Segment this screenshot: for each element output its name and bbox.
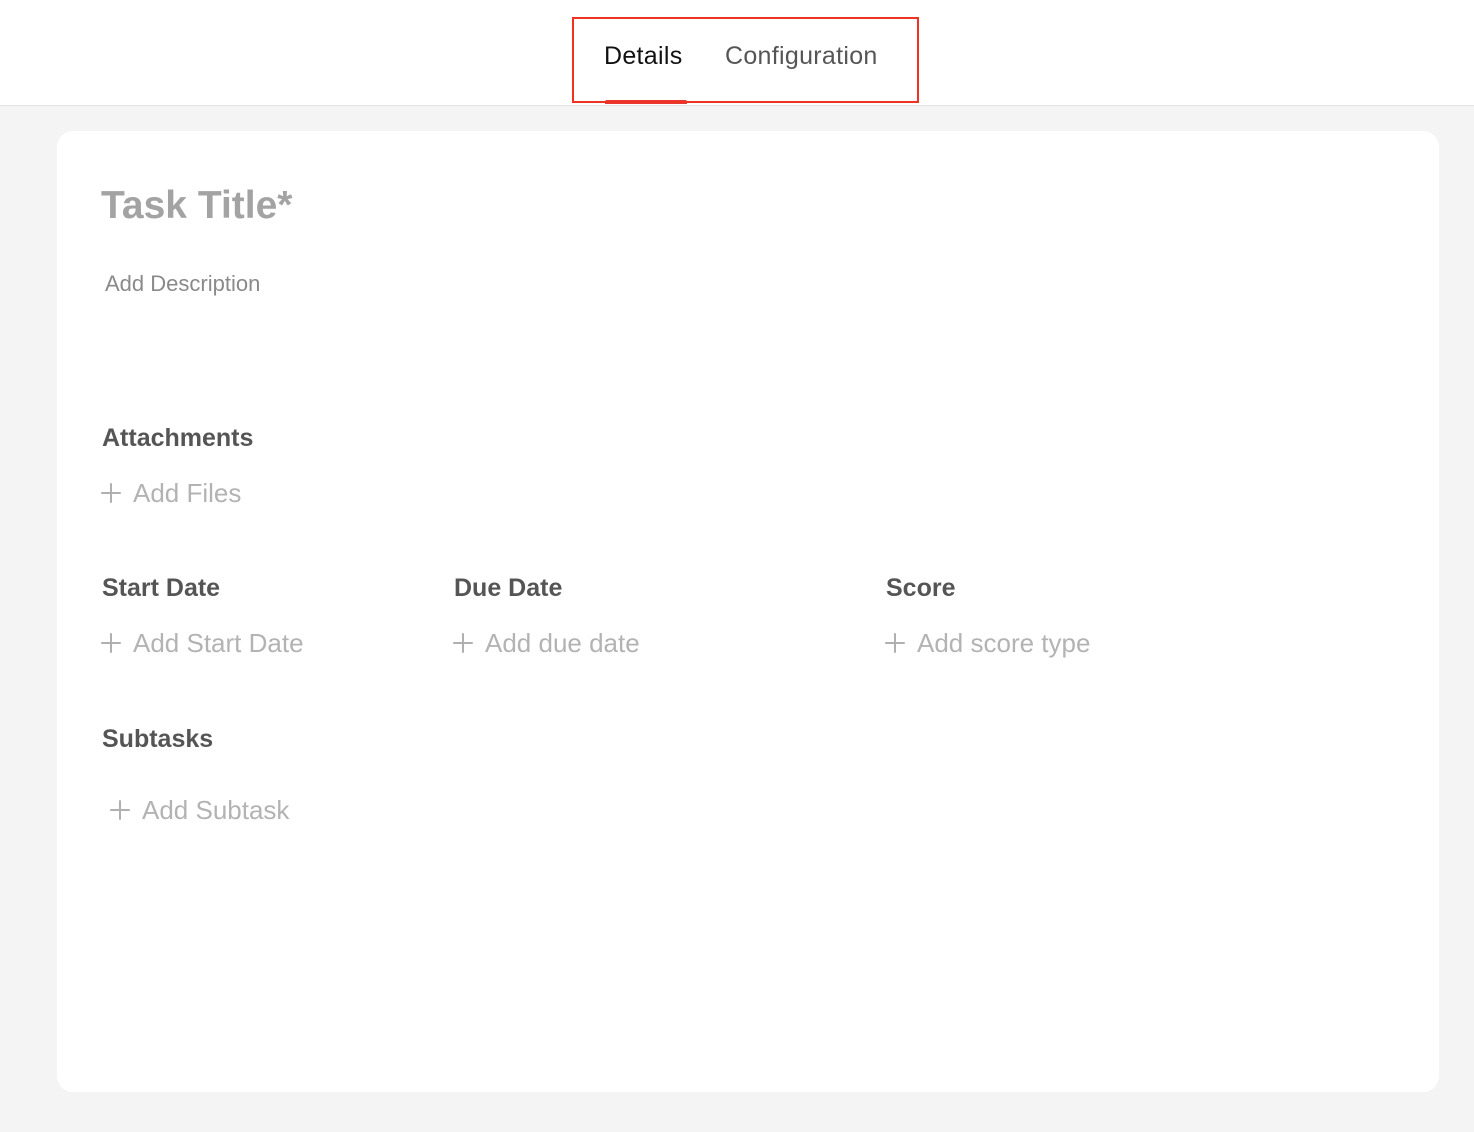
description-input[interactable]: Add Description bbox=[105, 270, 260, 298]
task-title-input[interactable]: Task Title* bbox=[101, 182, 292, 230]
add-start-date-label: Add Start Date bbox=[133, 628, 304, 658]
plus-icon bbox=[101, 633, 121, 653]
start-date-label: Start Date bbox=[102, 574, 221, 602]
attachments-label: Attachments bbox=[102, 424, 254, 452]
add-start-date-button[interactable]: Add Start Date bbox=[101, 627, 304, 659]
add-files-button[interactable]: Add Files bbox=[101, 477, 241, 509]
top-tab-bar: Details Configuration bbox=[0, 0, 1474, 106]
add-score-type-label: Add score type bbox=[917, 628, 1091, 658]
subtasks-label: Subtasks bbox=[102, 725, 214, 753]
due-date-label: Due Date bbox=[454, 574, 563, 602]
add-score-type-button[interactable]: Add score type bbox=[885, 627, 1090, 659]
add-due-date-label: Add due date bbox=[485, 628, 640, 658]
add-files-label: Add Files bbox=[133, 478, 242, 508]
add-subtask-button[interactable]: Add Subtask bbox=[110, 794, 289, 826]
plus-icon bbox=[885, 633, 905, 653]
plus-icon bbox=[453, 633, 473, 653]
add-due-date-button[interactable]: Add due date bbox=[453, 627, 640, 659]
plus-icon bbox=[101, 483, 121, 503]
tab-configuration[interactable]: Configuration bbox=[725, 40, 878, 72]
plus-icon bbox=[110, 800, 130, 820]
active-tab-indicator bbox=[605, 100, 687, 104]
add-subtask-label: Add Subtask bbox=[142, 795, 290, 825]
score-label: Score bbox=[886, 574, 956, 602]
task-details-card bbox=[57, 131, 1439, 1092]
tab-details[interactable]: Details bbox=[604, 40, 683, 72]
